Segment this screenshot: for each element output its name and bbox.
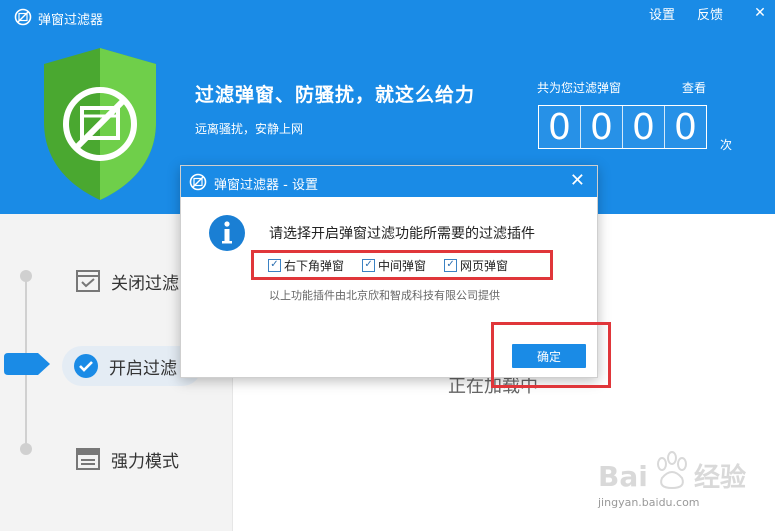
- counter-digit: 0: [674, 106, 697, 148]
- checkbox-checked-icon[interactable]: ✓: [444, 258, 458, 272]
- dialog-close-button[interactable]: ✕: [570, 170, 585, 191]
- banner-headline: 过滤弹窗、防骚扰，就这么给力: [195, 84, 476, 106]
- info-icon: [209, 215, 245, 251]
- baidu-jingyan-watermark: Bai 经验: [598, 451, 746, 493]
- counter-label: 共为您过滤弹窗: [537, 81, 622, 95]
- menu-item-label: 强力模式: [111, 451, 179, 472]
- option-label: 右下角弹窗: [284, 258, 345, 273]
- check-circle-icon: [74, 354, 98, 378]
- option-label: 中间弹窗: [378, 258, 427, 273]
- app-title: 弹窗过滤器: [38, 13, 104, 28]
- title-bar: 弹窗过滤器 设置 反馈 ✕: [0, 0, 775, 34]
- timeline-dot: [20, 270, 32, 282]
- counter-digit: 0: [581, 106, 623, 148]
- settings-link[interactable]: 设置: [649, 4, 675, 23]
- checkbox-checked-icon[interactable]: ✓: [362, 258, 376, 272]
- dialog-title: 弹窗过滤器 - 设置: [214, 178, 318, 193]
- provider-note: 以上功能插件由北京欣和智成科技有限公司提供: [269, 289, 500, 302]
- top-links: 设置 反馈 ✕: [649, 0, 775, 26]
- option-webpage-popup[interactable]: ✓ 网页弹窗: [444, 257, 508, 274]
- plugin-options-highlight: ✓ 右下角弹窗 ✓ 中间弹窗 ✓ 网页弹窗: [251, 250, 553, 280]
- counter-view-link[interactable]: 查看: [682, 79, 706, 96]
- checkbox-list-icon: [76, 270, 100, 292]
- selected-pointer-icon: [4, 353, 50, 375]
- counter-digit: 0: [539, 106, 581, 148]
- option-center-popup[interactable]: ✓ 中间弹窗: [362, 257, 426, 274]
- app-logo-icon: [189, 173, 207, 191]
- checkbox-checked-icon[interactable]: ✓: [268, 258, 281, 272]
- counter-display: 0 0 0 0: [538, 105, 707, 149]
- svg-text:Bai: Bai: [598, 460, 648, 493]
- option-bottom-right-popup[interactable]: ✓ 右下角弹窗: [268, 257, 344, 274]
- window-close-button[interactable]: ✕: [745, 5, 775, 21]
- menu-item-strong-mode[interactable]: 强力模式: [75, 446, 179, 472]
- banner-subline: 远离骚扰，安静上网: [195, 122, 304, 136]
- menu-item-label: 开启过滤: [109, 358, 177, 379]
- menu-item-disable-filter[interactable]: 关闭过滤: [75, 268, 179, 294]
- settings-dialog: 弹窗过滤器 - 设置 ✕ 请选择开启弹窗过滤功能所需要的过滤插件 ✓ 右下角弹窗…: [180, 165, 611, 388]
- dialog-message: 请选择开启弹窗过滤功能所需要的过滤插件: [269, 226, 535, 242]
- app-logo-icon: [14, 8, 32, 26]
- confirm-button[interactable]: 确定: [512, 344, 586, 368]
- dialog-title-bar: 弹窗过滤器 - 设置 ✕: [181, 166, 597, 197]
- menu-item-label: 关闭过滤: [111, 273, 179, 294]
- app-window: 弹窗过滤器 设置 反馈 ✕ 过滤弹窗、防骚扰，就这么给力 远离骚扰，安静上网 共…: [0, 0, 775, 531]
- timeline-dot: [20, 443, 32, 455]
- menu-item-enable-filter[interactable]: 开启过滤: [73, 353, 177, 379]
- window-icon: [76, 448, 100, 470]
- counter-digit: 0: [623, 106, 665, 148]
- watermark-url: jingyan.baidu.com: [598, 496, 700, 509]
- svg-text:经验: 经验: [694, 462, 746, 493]
- feedback-link[interactable]: 反馈: [697, 4, 723, 23]
- shield-icon: [44, 48, 156, 200]
- counter-unit: 次: [720, 138, 733, 152]
- option-label: 网页弹窗: [460, 258, 509, 273]
